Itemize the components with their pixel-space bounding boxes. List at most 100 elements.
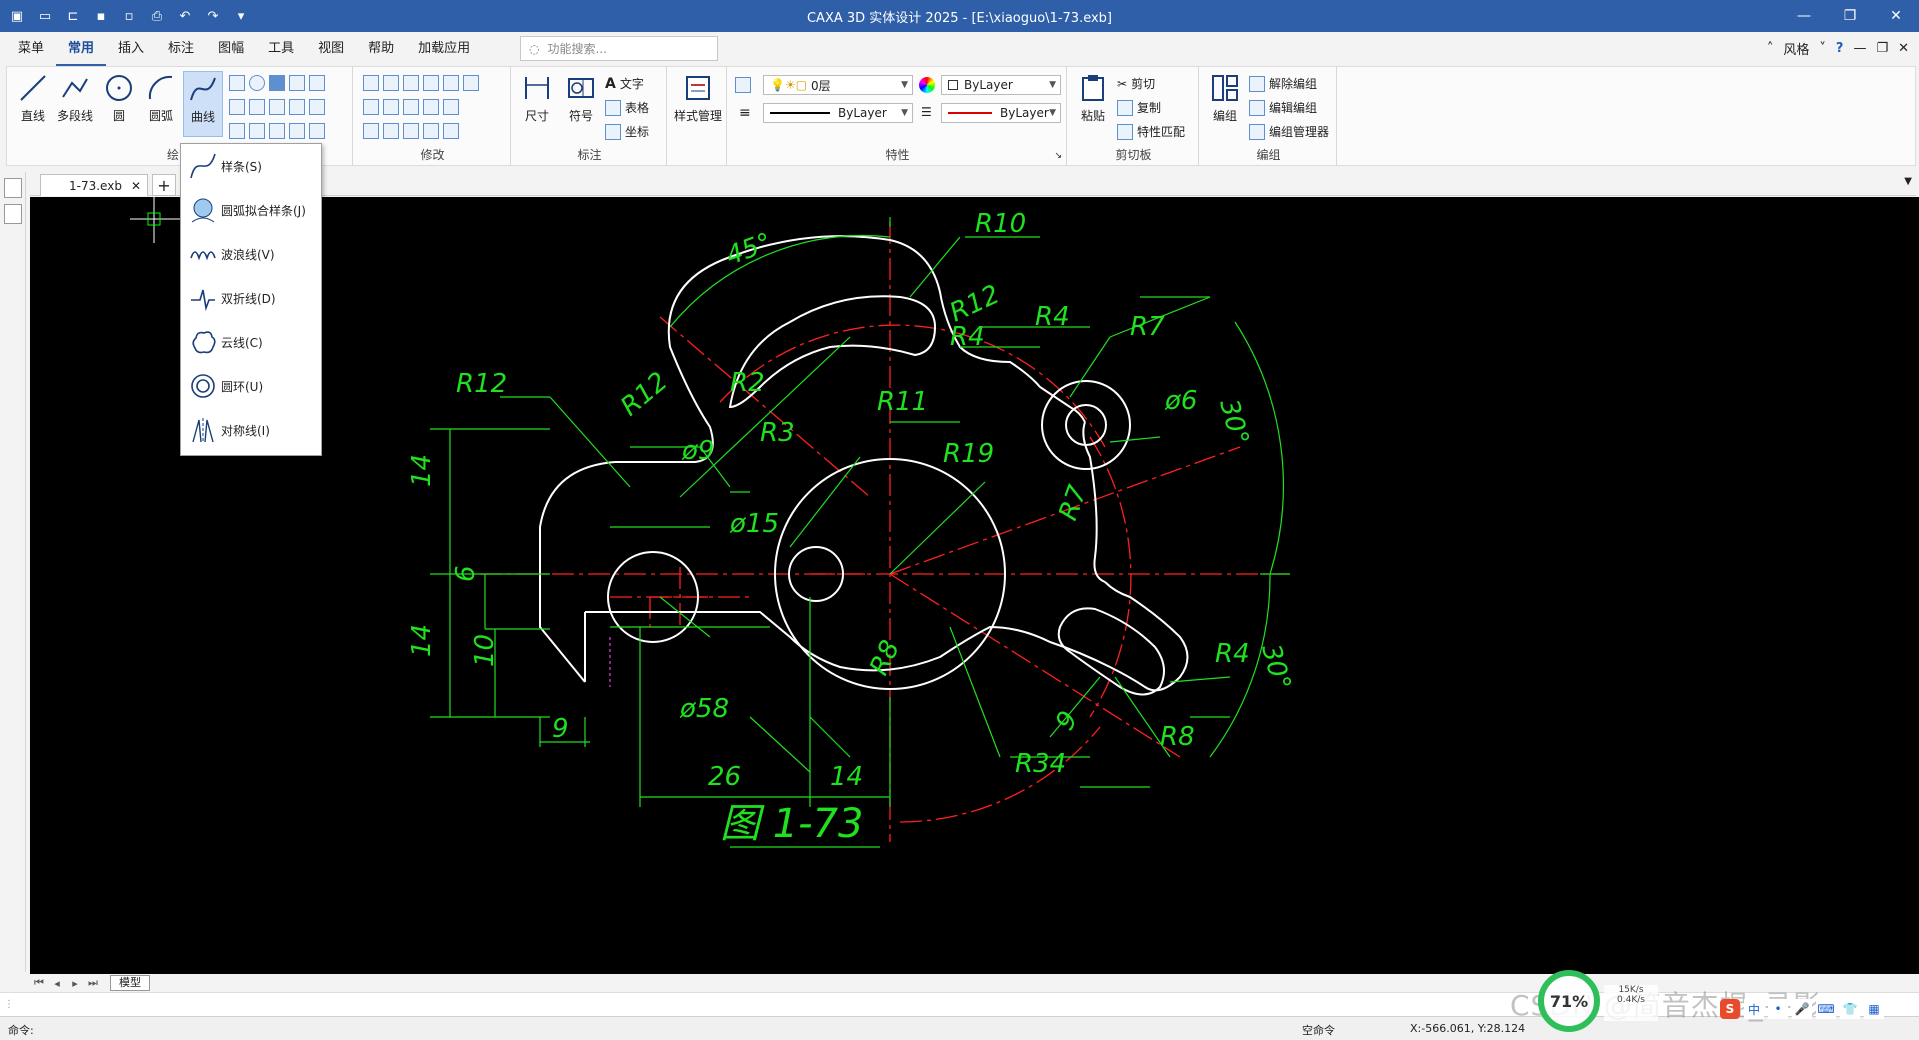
erase-icon[interactable] [443, 75, 459, 91]
menu-item-double-break-line[interactable]: 双折线(D) [181, 276, 321, 320]
chevron-down-icon[interactable]: ˅ [1819, 41, 1826, 56]
save-icon[interactable]: ▪ [90, 5, 112, 27]
scale-icon[interactable] [403, 99, 419, 115]
panel-toggle-icon[interactable] [4, 204, 22, 224]
curve-button[interactable]: 曲线 [183, 71, 223, 137]
point-icon[interactable] [289, 99, 305, 115]
dimension-button[interactable]: 尺寸 [517, 71, 557, 137]
block-icon[interactable] [289, 75, 305, 91]
tab-help[interactable]: 帮助 [356, 32, 406, 66]
edit-group-button[interactable]: 编辑编组 [1249, 99, 1317, 116]
linetype-select[interactable]: ByLayer ▼ [763, 103, 913, 123]
last-layout-icon[interactable]: ⏭ [84, 976, 102, 990]
layer-manager-icon[interactable] [735, 77, 751, 93]
ellipse-icon[interactable] [249, 75, 265, 91]
panel-toggle-icon[interactable] [4, 178, 22, 198]
dialog-launcher-icon[interactable]: ↘ [1054, 151, 1062, 161]
ime-lang-icon[interactable]: 中 [1744, 999, 1764, 1019]
tab-menu[interactable]: 菜单 [6, 32, 56, 66]
lineweight-icon[interactable]: ≡ [739, 105, 751, 121]
pick-icon[interactable] [309, 123, 325, 139]
tab-common[interactable]: 常用 [56, 32, 107, 66]
menu-item-spline[interactable]: 样条(S) [181, 144, 321, 188]
polyline-button[interactable]: 多段线 [55, 71, 95, 137]
offset-icon[interactable] [423, 99, 439, 115]
new-file-icon[interactable]: ▭ [34, 5, 56, 27]
tab-tools[interactable]: 工具 [256, 32, 306, 66]
break-icon[interactable] [383, 123, 399, 139]
paste-button[interactable]: 粘贴 [1073, 71, 1113, 137]
collapse-ribbon-icon[interactable]: ˄ [1767, 41, 1774, 56]
close-doc-icon[interactable]: ✕ [1898, 41, 1909, 56]
copy-button[interactable]: 复制 [1117, 99, 1161, 116]
copy-rect-icon[interactable] [423, 75, 439, 91]
group-button[interactable]: 编组 [1205, 71, 1245, 137]
layer-select[interactable]: 💡☀▢ 0层 ▼ [763, 75, 913, 95]
close-button[interactable]: ✕ [1873, 0, 1919, 32]
rotate-icon[interactable] [403, 123, 419, 139]
ime-punct-icon[interactable]: • [1768, 999, 1788, 1019]
save-all-icon[interactable]: ▫ [118, 5, 140, 27]
menu-item-cloud-line[interactable]: 云线(C) [181, 320, 321, 364]
fillet-icon[interactable] [383, 99, 399, 115]
restore-doc-icon[interactable]: ❐ [1876, 41, 1888, 56]
match-properties-button[interactable]: 特性匹配 [1117, 123, 1185, 140]
app-logo-icon[interactable]: ▣ [6, 5, 28, 27]
menu-item-symmetry-line[interactable]: 对称线(I) [181, 408, 321, 452]
hatch-icon[interactable] [269, 75, 285, 91]
image-icon[interactable] [289, 123, 305, 139]
menu-item-wave-line[interactable]: 波浪线(V) [181, 232, 321, 276]
lineweight-select[interactable]: ByLayer ▼ [941, 103, 1061, 123]
color-wheel-icon[interactable] [919, 77, 935, 93]
ime-logo-icon[interactable]: S [1720, 999, 1740, 1019]
next-layout-icon[interactable]: ▸ [66, 977, 84, 990]
first-layout-icon[interactable]: ⏮ [30, 976, 48, 990]
extend-icon[interactable] [463, 75, 479, 91]
prev-layout-icon[interactable]: ◂ [48, 977, 66, 990]
tab-insert[interactable]: 插入 [106, 32, 156, 66]
centerline-icon[interactable] [269, 123, 285, 139]
linewidth-icon[interactable]: ☰ [921, 105, 932, 119]
restore-button[interactable]: ❐ [1827, 0, 1873, 32]
cut-button[interactable]: ✂ 剪切 [1117, 75, 1155, 92]
minimize-button[interactable]: — [1781, 0, 1827, 32]
circle-button[interactable]: 圆 [99, 71, 139, 137]
coordinate-button[interactable]: 坐标 [605, 123, 649, 140]
ime-skin-icon[interactable]: 👕 [1840, 999, 1860, 1019]
trim-icon[interactable] [383, 75, 399, 91]
tab-list-icon[interactable]: ▼ [1904, 176, 1912, 187]
text-button[interactable]: A 文字 [605, 75, 644, 92]
ungroup-button[interactable]: 解除编组 [1249, 75, 1317, 92]
document-tab[interactable]: 1-73.exb ✕ [40, 174, 148, 196]
table-button[interactable]: 表格 [605, 99, 649, 116]
stretch-icon[interactable] [363, 123, 379, 139]
tab-view[interactable]: 视图 [306, 32, 356, 66]
symbol-button[interactable]: 符号 [561, 71, 601, 137]
chamfer-icon[interactable] [443, 99, 459, 115]
open-file-icon[interactable]: ⊏ [62, 5, 84, 27]
region-icon[interactable] [309, 99, 325, 115]
line-button[interactable]: 直线 [13, 71, 53, 137]
ime-mic-icon[interactable]: 🎤 [1792, 999, 1812, 1019]
arc-button[interactable]: 圆弧 [141, 71, 181, 137]
table-draw-icon[interactable] [249, 123, 265, 139]
array-icon[interactable] [403, 75, 419, 91]
rotate-view-icon[interactable] [309, 75, 325, 91]
group-manager-button[interactable]: 编组管理器 [1249, 123, 1329, 140]
ime-grid-icon[interactable]: ▦ [1864, 999, 1884, 1019]
add-tab-button[interactable]: + [152, 174, 176, 196]
help-icon[interactable]: ? [1836, 41, 1844, 56]
customize-toolbar-icon[interactable]: ▾ [230, 5, 252, 27]
ime-keyboard-icon[interactable]: ⌨ [1816, 999, 1836, 1019]
model-tab[interactable]: 模型 [110, 975, 150, 991]
pencil-icon[interactable] [229, 99, 245, 115]
move-icon[interactable] [363, 75, 379, 91]
style-menu[interactable]: 风格 [1783, 39, 1809, 58]
menu-item-arc-fit-spline[interactable]: 圆弧拟合样条(J) [181, 188, 321, 232]
rectangle-icon[interactable] [229, 75, 245, 91]
color-select[interactable]: ByLayer ▼ [941, 75, 1061, 95]
style-manager-button[interactable]: 样式管理 [673, 71, 723, 137]
menu-item-ring[interactable]: 圆环(U) [181, 364, 321, 408]
undo-icon[interactable]: ↶ [174, 5, 196, 27]
polygon-icon[interactable] [249, 99, 265, 115]
